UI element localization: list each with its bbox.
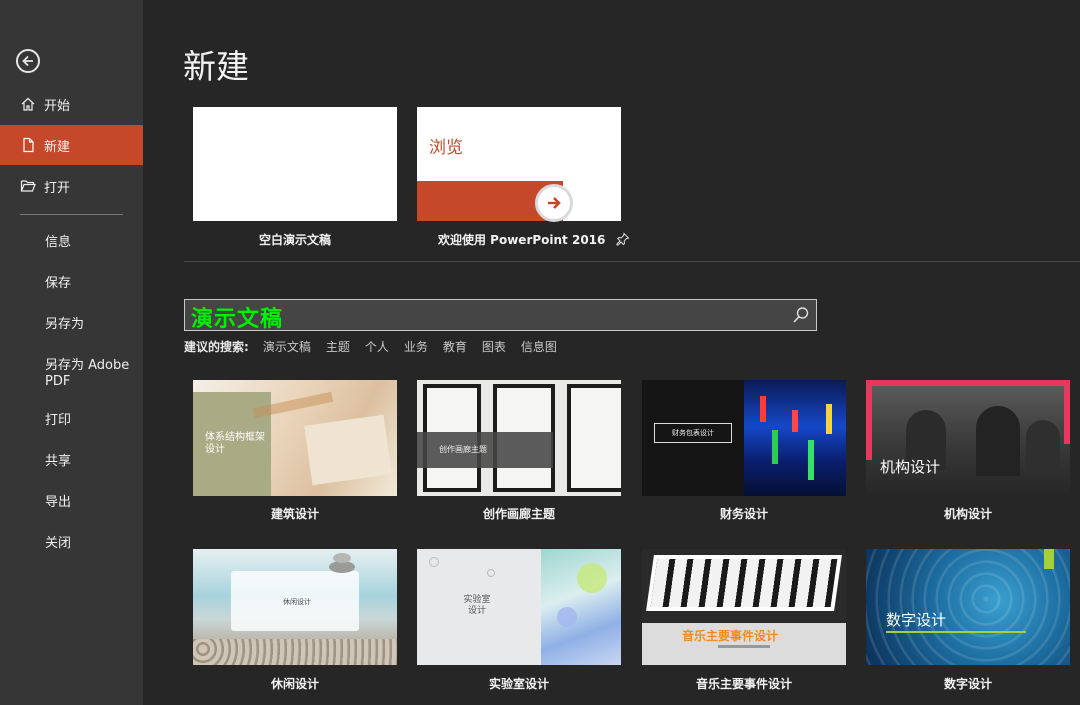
search-input-value: 演示文稿 <box>191 307 284 332</box>
template-thumbnail-gallery[interactable]: 创作画廊主题 <box>417 380 621 496</box>
template-thumbnail-title: 实验室设计 <box>463 595 491 616</box>
template-label: 机构设计 <box>943 507 992 521</box>
template-thumbnail-title: 数字设计 <box>886 611 947 629</box>
sidebar-item-print[interactable]: 打印 <box>45 413 71 429</box>
suggestion-link[interactable]: 图表 <box>482 338 506 355</box>
template-label: 实验室设计 <box>488 677 549 691</box>
welcome-tour-card[interactable]: 浏览 <box>417 107 621 222</box>
template-thumbnail-architecture[interactable]: 体系结构框架设计 <box>193 380 397 496</box>
template-label: 休闲设计 <box>270 677 319 691</box>
suggested-searches: 建议的搜索: 演示文稿 主题 个人 业务 教育 图表 信息图 <box>184 338 572 355</box>
sidebar-item-home[interactable]: 开始 <box>0 84 143 124</box>
sidebar-item-open[interactable]: 打开 <box>0 166 143 206</box>
sidebar-item-new[interactable]: 新建 <box>0 125 143 165</box>
template-thumbnail-leisure[interactable]: 休闲设计 <box>193 549 397 665</box>
sidebar-divider <box>20 214 123 215</box>
suggested-searches-label: 建议的搜索: <box>184 340 249 354</box>
welcome-tour-label-text: 欢迎使用 PowerPoint 2016 <box>438 233 606 247</box>
template-thumbnail-title: 休闲设计 <box>283 598 311 606</box>
sidebar-item-label: 打开 <box>44 180 71 196</box>
template-thumbnail-title: 机构设计 <box>880 458 941 476</box>
sidebar-item-info[interactable]: 信息 <box>45 235 71 251</box>
template-search-input[interactable]: 演示文稿 <box>184 299 817 332</box>
template-thumbnail-digital[interactable]: 数字设计 <box>866 549 1070 665</box>
pin-icon[interactable] <box>616 232 630 249</box>
sidebar-item-export[interactable]: 导出 <box>45 495 71 511</box>
sidebar-item-save-as[interactable]: 另存为 <box>45 317 84 333</box>
page-title: 新建 <box>183 47 249 86</box>
template-thumbnail-title: 体系结构框架设计 <box>205 432 265 455</box>
back-arrow-icon[interactable] <box>16 49 40 73</box>
template-thumbnail-title: 创作画廊主题 <box>439 445 487 454</box>
template-label: 创作画廊主题 <box>482 507 555 521</box>
suggestion-link[interactable]: 主题 <box>326 338 350 355</box>
template-label: 数字设计 <box>943 677 992 691</box>
new-document-icon <box>20 137 36 153</box>
template-thumbnail-title: 财务包表设计 <box>672 429 714 437</box>
sidebar-item-label: 开始 <box>44 98 71 114</box>
browse-card-text: 浏览 <box>429 138 463 158</box>
folder-open-icon <box>20 178 36 194</box>
sidebar-item-label: 新建 <box>44 139 71 155</box>
search-icon[interactable] <box>792 306 810 324</box>
blank-presentation-card[interactable] <box>193 107 397 221</box>
home-icon <box>20 96 36 112</box>
template-thumbnail-music[interactable]: 音乐主要事件设计 <box>642 549 846 665</box>
template-thumbnail-finance[interactable]: 财务包表设计 <box>642 380 846 496</box>
template-label: 财务设计 <box>719 507 768 521</box>
suggestion-link[interactable]: 演示文稿 <box>263 338 311 355</box>
suggestion-link[interactable]: 教育 <box>443 338 467 355</box>
blank-presentation-label: 空白演示文稿 <box>258 233 331 247</box>
sidebar-item-close[interactable]: 关闭 <box>45 536 71 552</box>
template-label: 音乐主要事件设计 <box>695 677 792 691</box>
sidebar-item-save-as-pdf[interactable]: 另存为 Adobe PDF <box>45 358 135 390</box>
template-label: 建筑设计 <box>270 507 319 521</box>
welcome-tour-label: 欢迎使用 PowerPoint 2016 <box>438 231 630 249</box>
template-thumbnail-title: 音乐主要事件设计 <box>682 629 779 643</box>
sidebar-item-share[interactable]: 共享 <box>45 454 71 470</box>
template-thumbnail-organization[interactable]: 机构设计 <box>866 380 1070 496</box>
suggestion-link[interactable]: 业务 <box>404 338 428 355</box>
suggestion-link[interactable]: 信息图 <box>521 338 557 355</box>
arrow-right-icon <box>535 184 573 222</box>
suggestion-link[interactable]: 个人 <box>365 338 389 355</box>
section-divider <box>184 261 1080 262</box>
sidebar-item-save[interactable]: 保存 <box>45 276 71 292</box>
sidebar: 开始 新建 打开 信息 保存 另存为 另存为 Adobe PDF 打印 共享 导… <box>0 0 143 705</box>
template-thumbnail-laboratory[interactable]: 实验室设计 <box>417 549 621 665</box>
